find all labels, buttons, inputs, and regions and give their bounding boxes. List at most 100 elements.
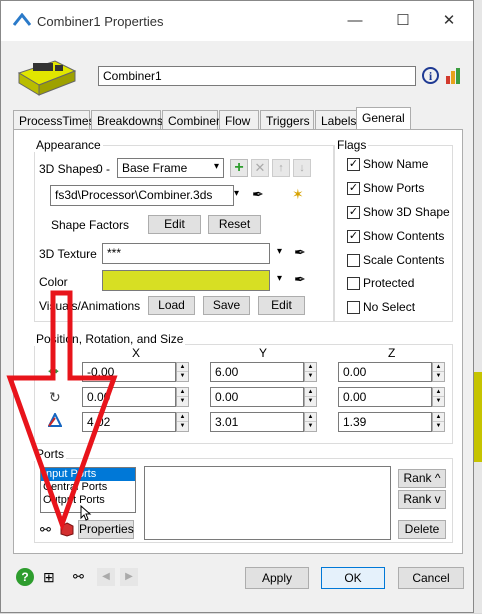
save-button[interactable]: Save	[203, 296, 250, 315]
position-x-input[interactable]: -0.00	[82, 362, 176, 382]
port-connections-list[interactable]	[144, 466, 391, 540]
rotation-y-spinner[interactable]: ▲ ▼	[304, 387, 317, 407]
port-type-central[interactable]: Central Ports	[41, 481, 135, 494]
y-header: Y	[259, 346, 268, 360]
position-group-label: Position, Rotation, and Size	[34, 332, 186, 346]
move-down-icon[interactable]: ↓	[293, 159, 311, 177]
size-y-input[interactable]: 3.01	[210, 412, 304, 432]
rotation-x-spinner[interactable]: ▲ ▼	[176, 387, 189, 407]
rank-up-button[interactable]: Rank ^	[398, 469, 446, 488]
tab-combiner[interactable]: Combiner	[162, 110, 220, 130]
rotation-z-input[interactable]: 0.00	[338, 387, 432, 407]
size-z-input[interactable]: 1.39	[338, 412, 432, 432]
minimize-icon[interactable]: —	[343, 11, 367, 31]
texture-label: 3D Texture	[39, 247, 97, 261]
load-button[interactable]: Load	[148, 296, 195, 315]
protected-checkbox[interactable]	[347, 277, 360, 290]
mouse-cursor-icon	[80, 504, 92, 524]
magic-wand-icon[interactable]: ✶	[292, 186, 304, 203]
appearance-group-label: Appearance	[34, 138, 103, 152]
title-bar[interactable]: Combiner1 Properties — ☐ ✕	[1, 1, 473, 41]
color-dropdown-icon[interactable]: ▾	[277, 273, 282, 284]
help-icon[interactable]: ?	[16, 568, 34, 586]
dropdown-arrow-icon[interactable]: ▾	[234, 188, 239, 199]
position-y-spinner[interactable]: ▲ ▼	[304, 362, 317, 382]
show-name-checkbox[interactable]: ✓	[347, 158, 360, 171]
show-3d-shape-label: Show 3D Shape	[363, 205, 450, 219]
color-swatch[interactable]	[102, 270, 270, 291]
shape-select[interactable]: Base Frame ▾	[117, 158, 224, 178]
size-z-spinner[interactable]: ▲ ▼	[432, 412, 445, 432]
color-eyedropper-icon[interactable]: ✒	[294, 271, 306, 288]
tab-breakdowns[interactable]: Breakdowns	[91, 110, 163, 130]
tab-flow[interactable]: Flow	[219, 110, 259, 130]
texture-eyedropper-icon[interactable]: ✒	[294, 244, 306, 261]
background-app	[474, 0, 482, 613]
size-icon	[47, 411, 63, 430]
rotation-z-spinner[interactable]: ▲ ▼	[432, 387, 445, 407]
size-x-spinner[interactable]: ▲ ▼	[176, 412, 189, 432]
no-select-checkbox[interactable]	[347, 301, 360, 314]
no-select-label: No Select	[363, 300, 416, 314]
rotation-x-input[interactable]: 0.00	[82, 387, 176, 407]
show-contents-checkbox[interactable]: ✓	[347, 230, 360, 243]
remove-shape-icon[interactable]: ✕	[251, 159, 269, 177]
shape-factors-reset-button[interactable]: Reset	[208, 215, 261, 234]
object-cube-icon[interactable]	[60, 522, 74, 540]
show-ports-checkbox[interactable]: ✓	[347, 182, 360, 195]
maximize-icon[interactable]: ☐	[391, 11, 415, 31]
size-y-spinner[interactable]: ▲ ▼	[304, 412, 317, 432]
rotation-icon: ↻	[49, 389, 61, 405]
apply-button[interactable]: Apply	[245, 567, 309, 589]
next-object-icon[interactable]: ▶	[120, 568, 138, 586]
close-icon[interactable]: ✕	[437, 11, 461, 31]
general-tab-panel: Appearance 3D Shapes 0 - Base Frame ▾ + …	[13, 129, 463, 554]
eyedropper-icon[interactable]: ✒	[252, 186, 264, 203]
cancel-button[interactable]: Cancel	[398, 567, 464, 589]
shape-factors-edit-button[interactable]: Edit	[148, 215, 201, 234]
tab-labels[interactable]: Labels	[315, 110, 358, 130]
shape-select-value: Base Frame	[122, 161, 188, 175]
window-title: Combiner1 Properties	[37, 14, 164, 29]
position-x-spinner[interactable]: ▲ ▼	[176, 362, 189, 382]
texture-input[interactable]: ***	[102, 243, 270, 264]
statistics-icon[interactable]	[445, 67, 461, 88]
x-header: X	[132, 346, 141, 360]
tab-triggers[interactable]: Triggers	[260, 110, 314, 130]
ports-group-label: Ports	[34, 447, 67, 461]
app-logo-icon	[12, 12, 32, 30]
position-z-spinner[interactable]: ▲ ▼	[432, 362, 445, 382]
tab-general[interactable]: General	[356, 107, 411, 131]
size-x-input[interactable]: 4.02	[82, 412, 176, 432]
move-up-icon[interactable]: ↑	[272, 159, 290, 177]
background-object	[474, 372, 482, 462]
delete-button[interactable]: Delete	[398, 520, 446, 539]
position-z-input[interactable]: 0.00	[338, 362, 432, 382]
port-type-input[interactable]: Input Ports	[41, 468, 135, 481]
tree-view-icon[interactable]: ⊞	[43, 569, 55, 586]
add-shape-icon[interactable]: +	[230, 159, 248, 177]
visuals-edit-button[interactable]: Edit	[258, 296, 305, 315]
scale-contents-checkbox[interactable]	[347, 254, 360, 267]
ok-button[interactable]: OK	[321, 567, 385, 589]
color-label: Color	[39, 275, 68, 289]
texture-dropdown-icon[interactable]: ▾	[277, 246, 282, 257]
shape-path-input[interactable]: fs3d\Processor\Combiner.3ds	[50, 185, 234, 206]
position-icon: ✥	[48, 364, 59, 379]
shape-index: 0 -	[96, 162, 111, 176]
object-name-input[interactable]: Combiner1	[98, 66, 416, 86]
visuals-label: Visuals/Animations	[39, 299, 141, 313]
previous-object-icon[interactable]: ◀	[97, 568, 115, 586]
position-y-input[interactable]: 6.00	[210, 362, 304, 382]
rotation-y-input[interactable]: 0.00	[210, 387, 304, 407]
scale-contents-label: Scale Contents	[363, 253, 445, 267]
show-3d-shape-checkbox[interactable]: ✓	[347, 206, 360, 219]
chevron-down-icon: ▾	[213, 161, 219, 172]
info-icon[interactable]: i	[422, 67, 439, 84]
show-name-label: Show Name	[363, 157, 429, 171]
tab-processtimes[interactable]: ProcessTimes	[13, 110, 95, 130]
binoculars-icon[interactable]: ⚯	[40, 522, 51, 538]
properties-window: Combiner1 Properties — ☐ ✕ Combiner1 i P…	[0, 0, 474, 613]
rank-down-button[interactable]: Rank v	[398, 490, 446, 509]
find-icon[interactable]: ⚯	[73, 569, 84, 585]
